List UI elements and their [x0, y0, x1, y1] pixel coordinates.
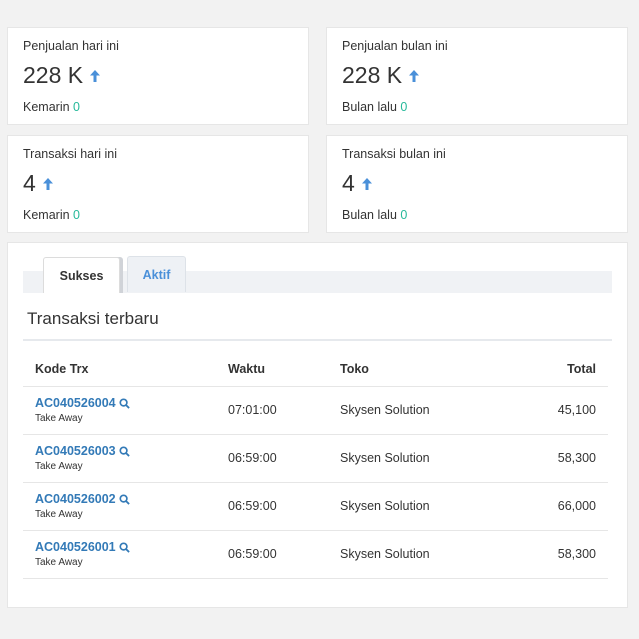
stat-title: Transaksi bulan ini: [342, 147, 446, 161]
stat-compare: Bulan lalu 0: [342, 100, 407, 114]
total-cell: 58,300: [508, 434, 608, 483]
column-header-store: Toko: [328, 353, 509, 387]
stat-card-sales-month: Penjualan bulan ini 228 K Bulan lalu 0: [326, 27, 628, 125]
stat-value: 4: [342, 170, 373, 197]
table-row: AC040526002 Take Away 06:59:00 Skysen So…: [23, 482, 608, 531]
store-cell: Skysen Solution: [328, 482, 509, 531]
section-title: Transaksi terbaru: [27, 309, 159, 328]
stat-number: 228 K: [342, 62, 403, 88]
transaction-code-link[interactable]: AC040526004: [35, 396, 204, 410]
table-row: AC040526001 Take Away 06:59:00 Skysen So…: [23, 530, 608, 579]
order-type: Take Away: [35, 509, 83, 520]
search-icon[interactable]: [119, 397, 130, 409]
transaction-code[interactable]: AC040526003: [35, 444, 116, 458]
stat-card-transactions-month: Transaksi bulan ini 4 Bulan lalu 0: [326, 135, 628, 233]
stat-title: Penjualan bulan ini: [342, 39, 448, 53]
compare-value: 0: [400, 100, 408, 114]
stat-compare: Kemarin 0: [23, 100, 80, 114]
compare-value: 0: [400, 208, 408, 222]
compare-value: 0: [73, 100, 80, 114]
order-type: Take Away: [35, 461, 83, 472]
column-header-total: Total: [508, 353, 608, 387]
transaction-code-link[interactable]: AC040526003: [35, 444, 204, 458]
code-cell: AC040526001 Take Away: [23, 530, 216, 579]
section-divider: [23, 339, 612, 341]
transactions-table: Kode Trx Waktu Toko Total AC040526004 Ta…: [23, 353, 608, 579]
search-icon[interactable]: [119, 493, 130, 505]
stat-number: 4: [342, 170, 355, 196]
compare-value: 0: [73, 208, 80, 222]
total-cell: 66,000: [508, 482, 608, 531]
column-header-code: Kode Trx: [23, 353, 216, 387]
transaction-code[interactable]: AC040526001: [35, 540, 116, 554]
stat-title: Penjualan hari ini: [23, 39, 119, 53]
stat-card-sales-today: Penjualan hari ini 228 K Kemarin 0: [7, 27, 309, 125]
compare-label: Bulan lalu: [342, 100, 397, 114]
stat-number: 4: [23, 170, 36, 196]
arrow-up-icon: [361, 177, 372, 190]
table-header-row: Kode Trx Waktu Toko Total: [23, 353, 608, 387]
store-cell: Skysen Solution: [328, 530, 509, 579]
transaction-code[interactable]: AC040526002: [35, 492, 116, 506]
arrow-up-icon: [90, 69, 101, 82]
time-cell: 06:59:00: [216, 434, 328, 483]
store-cell: Skysen Solution: [328, 386, 509, 435]
search-icon[interactable]: [119, 541, 130, 553]
stat-card-transactions-today: Transaksi hari ini 4 Kemarin 0: [7, 135, 309, 233]
store-cell: Skysen Solution: [328, 434, 509, 483]
transaction-code-link[interactable]: AC040526001: [35, 540, 204, 554]
time-cell: 06:59:00: [216, 530, 328, 579]
code-cell: AC040526004 Take Away: [23, 386, 216, 435]
time-cell: 07:01:00: [216, 386, 328, 435]
table-row: AC040526003 Take Away 06:59:00 Skysen So…: [23, 434, 608, 483]
stat-title: Transaksi hari ini: [23, 147, 118, 161]
compare-label: Kemarin: [23, 208, 70, 222]
search-icon[interactable]: [119, 445, 130, 457]
column-header-time: Waktu: [216, 353, 328, 387]
arrow-up-icon: [409, 69, 420, 82]
recent-transactions-panel: Sukses Aktif Transaksi terbaru Kode Trx …: [7, 242, 628, 608]
stat-compare: Bulan lalu 0: [342, 208, 407, 222]
code-cell: AC040526002 Take Away: [23, 482, 216, 531]
time-cell: 06:59:00: [216, 482, 328, 531]
order-type: Take Away: [35, 557, 83, 568]
tab-aktif[interactable]: Aktif: [127, 256, 186, 292]
arrow-up-icon: [42, 177, 53, 190]
order-type: Take Away: [35, 413, 83, 424]
transaction-code-link[interactable]: AC040526002: [35, 492, 204, 506]
tab-sukses[interactable]: Sukses: [43, 257, 120, 293]
stat-compare: Kemarin 0: [23, 208, 80, 222]
total-cell: 45,100: [508, 386, 608, 435]
transaction-code[interactable]: AC040526004: [35, 396, 116, 410]
compare-label: Kemarin: [23, 100, 70, 114]
compare-label: Bulan lalu: [342, 208, 397, 222]
stat-number: 228 K: [23, 62, 84, 88]
stat-value: 4: [23, 170, 54, 197]
table-row: AC040526004 Take Away 07:01:00 Skysen So…: [23, 386, 608, 435]
stat-value: 228 K: [23, 62, 101, 89]
stat-value: 228 K: [342, 62, 420, 89]
code-cell: AC040526003 Take Away: [23, 434, 216, 483]
total-cell: 58,300: [508, 530, 608, 579]
